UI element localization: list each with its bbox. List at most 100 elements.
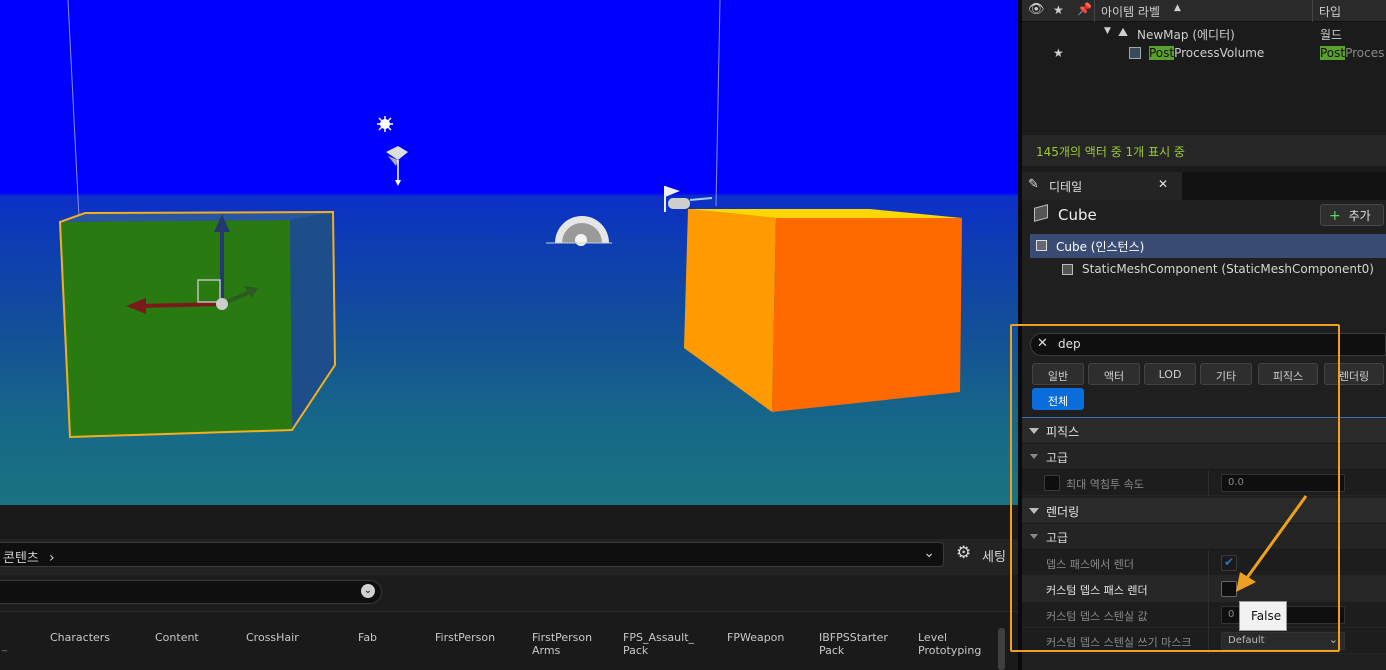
green-cube[interactable] <box>58 210 337 439</box>
pin-icon[interactable]: 📌 <box>1077 2 1092 16</box>
component-staticmesh[interactable]: StaticMeshComponent (StaticMeshComponent… <box>1030 258 1386 282</box>
column-divider <box>1208 576 1209 602</box>
column-divider <box>1208 550 1209 576</box>
row-label: NewMap (에디터) <box>1137 28 1235 42</box>
sky-sphere-icon[interactable] <box>546 216 612 246</box>
level-viewport[interactable] <box>0 0 1018 505</box>
chevron-down-icon[interactable]: ⌄ <box>923 545 935 561</box>
settings-button[interactable]: ⚙ 세팅 <box>956 542 1018 567</box>
chevron-down-icon: ⌄ <box>1328 633 1338 646</box>
cable-line-right <box>715 0 721 207</box>
actor-name: Cube <box>1058 206 1097 224</box>
prop-max-depenetration: 최대 역침투 속도 0.0 <box>1022 470 1386 496</box>
tab-details-label: 디테일 <box>1049 180 1083 194</box>
component-label: Cube (인스턴스) <box>1056 240 1145 254</box>
collapse-arrow-icon <box>1030 534 1038 539</box>
tooltip-popup: False <box>1239 601 1287 631</box>
sun-icon[interactable] <box>377 116 393 132</box>
folder-item[interactable]: IBFPSStarter Pack <box>819 631 897 657</box>
star-icon[interactable]: ★ <box>1053 3 1064 17</box>
search-value: dep <box>1058 337 1081 351</box>
collapse-arrow-icon <box>1030 454 1038 459</box>
folder-item[interactable]: Fab <box>358 631 377 644</box>
row-type: 월드 <box>1320 28 1343 42</box>
plus-icon: + <box>1329 208 1341 224</box>
folder-item[interactable]: CrossHair <box>246 631 299 644</box>
tab-details[interactable]: ✎ 디테일 ✕ <box>1022 172 1182 200</box>
folder-item[interactable]: FirstPerson Arms <box>532 631 602 657</box>
search-match-highlight: Post <box>1149 46 1175 60</box>
folder-item[interactable]: Content <box>155 631 199 644</box>
viewport-bottom-bar <box>0 505 1018 539</box>
outliner-status-text: 145개의 액터 중 1개 표시 중 <box>1022 135 1386 166</box>
add-label: 추가 <box>1348 209 1371 223</box>
directional-light-icon[interactable] <box>386 146 408 186</box>
close-icon[interactable]: ✕ <box>1158 177 1168 191</box>
category-actor[interactable]: 액터 <box>1088 363 1140 385</box>
dropdown-value: Default <box>1228 635 1265 646</box>
search-match-highlight: Post <box>1320 46 1346 60</box>
player-start-icon[interactable] <box>664 186 713 212</box>
component-label: StaticMeshComponent (StaticMeshComponent… <box>1082 262 1374 276</box>
section-rendering[interactable]: 렌더링 <box>1022 498 1386 524</box>
cube-actor-icon <box>1034 204 1048 222</box>
viewport-scene <box>58 0 962 439</box>
prop-label: 커스텀 뎁스 패스 렌더 <box>1046 584 1148 597</box>
column-type[interactable]: 타입 <box>1319 3 1341 20</box>
category-rendering[interactable]: 렌더링 <box>1324 363 1384 385</box>
add-component-button[interactable]: + 추가 <box>1320 204 1384 226</box>
subsection-advanced[interactable]: 고급 <box>1022 444 1386 470</box>
collapse-arrow-icon <box>1029 428 1039 434</box>
section-label: 렌더링 <box>1046 505 1080 519</box>
gear-icon: ⚙ <box>956 543 972 563</box>
outliner-header: 👁 ★ 📌 아이템 라벨 ▲ 타입 <box>1022 0 1386 22</box>
stencil-mask-dropdown[interactable]: Default ⌄ <box>1221 632 1345 650</box>
prop-label: 최대 역침투 속도 <box>1066 478 1144 491</box>
content-path-breadcrumb[interactable]: 콘텐츠 › ⌄ <box>0 542 944 567</box>
orange-cube[interactable] <box>684 209 962 412</box>
folder-item[interactable]: Level Prototyping <box>918 631 988 657</box>
path-label[interactable]: 콘텐츠 <box>3 551 39 566</box>
category-misc[interactable]: 기타 <box>1200 363 1252 385</box>
folder-item[interactable]: FPS_Assault_ Pack <box>623 631 697 657</box>
category-all[interactable]: 전체 <box>1032 388 1084 410</box>
pencil-icon: ✎ <box>1028 177 1039 192</box>
column-divider <box>1208 470 1209 496</box>
outliner-row-postprocess[interactable]: ★ PostProcessVolume PostProces <box>1022 43 1386 63</box>
column-divider <box>1094 0 1095 22</box>
sort-ascending-icon: ▲ <box>1174 3 1181 13</box>
details-search-input[interactable]: ✕ dep <box>1030 333 1386 356</box>
prop-render-custom-depth: 커스텀 뎁스 패스 렌더 <box>1022 576 1386 602</box>
world-outliner: 👁 ★ 📌 아이템 라벨 ▲ 타입 ▼ ⛰ NewMap (에디터) 월드 ★ … <box>1022 0 1386 172</box>
folder-item[interactable]: Characters <box>50 631 110 644</box>
content-filter-dropdown[interactable]: ⌄ <box>0 580 382 604</box>
details-panel: Cube + 추가 Cube (인스턴스) StaticMeshComponen… <box>1022 200 1386 670</box>
prop-render-in-depth-pass: 뎁스 패스에서 렌더 ✔ <box>1022 550 1386 576</box>
column-divider <box>1312 0 1313 22</box>
column-item-label[interactable]: 아이템 라벨 <box>1101 3 1160 20</box>
section-physics[interactable]: 피직스 <box>1022 418 1386 444</box>
prop-custom-depth-stencil-value: 커스텀 뎁스 스텐실 값 0 <box>1022 602 1386 628</box>
outliner-row-world[interactable]: ▼ ⛰ NewMap (에디터) 월드 <box>1022 23 1386 43</box>
folder-item[interactable]: FPWeapon <box>727 631 784 644</box>
eye-icon[interactable]: 👁 <box>1028 2 1045 17</box>
prop-label: 뎁스 패스에서 렌더 <box>1046 558 1134 571</box>
chevron-down-icon: ⌄ <box>361 584 375 598</box>
clear-search-icon[interactable]: ✕ <box>1037 336 1048 351</box>
component-root[interactable]: Cube (인스턴스) <box>1030 234 1386 258</box>
prop-label: 커스텀 뎁스 스텐실 값 <box>1046 610 1148 623</box>
category-lod[interactable]: LOD <box>1144 363 1196 385</box>
favorite-star-icon[interactable]: ★ <box>1053 46 1064 60</box>
cable-line-left <box>67 0 80 219</box>
row-type: Proces <box>1345 46 1385 60</box>
staticmesh-icon <box>1062 264 1073 275</box>
subsection-advanced[interactable]: 고급 <box>1022 524 1386 550</box>
content-scrollbar[interactable] <box>998 628 1005 670</box>
prop-label: 커스텀 뎁스 스텐실 쓰기 마스크 <box>1046 636 1192 649</box>
override-checkbox[interactable] <box>1044 475 1060 491</box>
category-physics[interactable]: 피직스 <box>1258 363 1318 385</box>
folder-item[interactable]: FirstPerson <box>435 631 495 644</box>
tree-expand-icon[interactable]: ▼ <box>1104 26 1111 36</box>
collapse-arrow-icon <box>1029 508 1039 514</box>
category-general[interactable]: 일반 <box>1032 363 1084 385</box>
